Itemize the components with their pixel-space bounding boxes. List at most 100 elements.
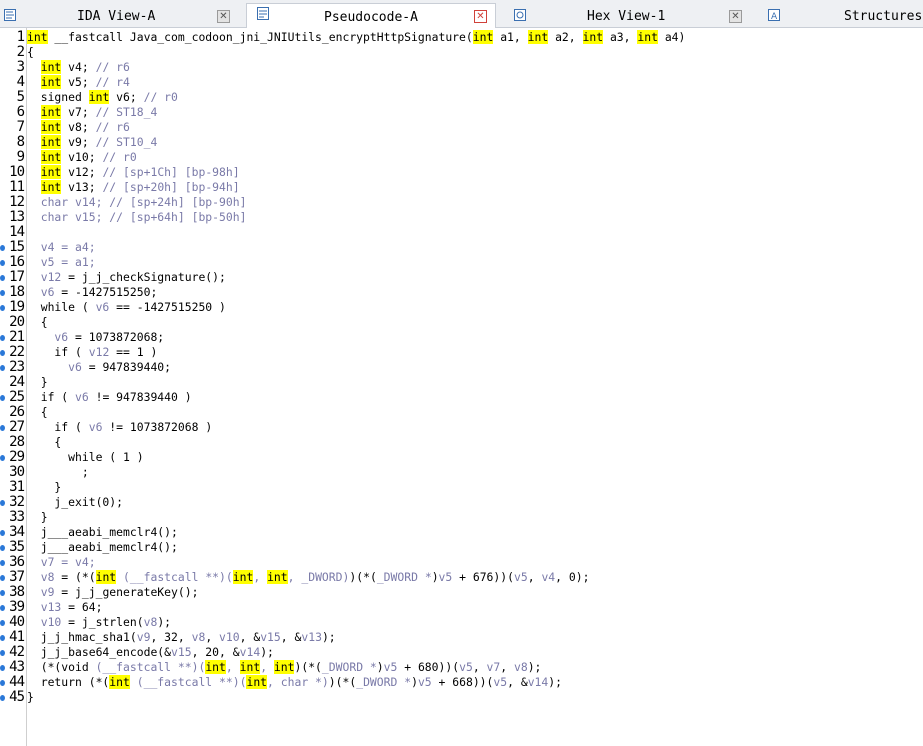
code-line[interactable]: 35 j___aeabi_memclr4(); — [0, 540, 923, 555]
code-line[interactable]: 4 int v5; // r4 — [0, 75, 923, 90]
code-text: { — [27, 315, 48, 330]
keyword-token[interactable]: int — [637, 30, 658, 44]
code-token: v6 — [27, 285, 55, 299]
code-line[interactable]: 27 if ( v6 != 1073872068 ) — [0, 420, 923, 435]
line-number: 14 — [9, 224, 25, 240]
code-line[interactable]: 28 { — [0, 435, 923, 450]
keyword-token[interactable]: int — [472, 30, 494, 44]
code-line[interactable]: 14 — [0, 225, 923, 240]
keyword-token[interactable]: int — [246, 675, 268, 689]
code-token: v4; — [61, 60, 96, 74]
keyword-token[interactable]: int — [273, 660, 295, 674]
code-line[interactable]: 2{ — [0, 45, 923, 60]
keyword-token[interactable]: int — [40, 120, 62, 134]
keyword-token[interactable]: int — [27, 30, 48, 44]
keyword-token[interactable]: int — [582, 30, 604, 44]
line-number: 10 — [9, 164, 25, 180]
code-line[interactable]: 44 return (*(int (__fastcall **)(int, ch… — [0, 675, 923, 690]
code-line[interactable]: 31 } — [0, 480, 923, 495]
keyword-token[interactable]: int — [205, 660, 226, 674]
code-line[interactable]: 5 signed int v6; // r0 — [0, 90, 923, 105]
tab-pseudocode-a[interactable]: Pseudocode-A ✕ — [246, 3, 496, 28]
close-icon[interactable]: ✕ — [729, 10, 742, 23]
line-number: 22 — [9, 344, 25, 360]
code-line[interactable]: 9 int v10; // r0 — [0, 150, 923, 165]
code-line[interactable]: 45} — [0, 690, 923, 705]
code-text: (*(void (__fastcall **)(int, int, int)(*… — [27, 660, 541, 675]
close-icon[interactable]: ✕ — [217, 10, 230, 23]
code-line[interactable]: 41 j_j_hmac_sha1(v9, 32, v8, v10, &v15, … — [0, 630, 923, 645]
line-number: 33 — [9, 509, 25, 525]
code-line[interactable]: 15 v4 = a4; — [0, 240, 923, 255]
code-line[interactable]: 10 int v12; // [sp+1Ch] [bp-98h] — [0, 165, 923, 180]
code-line[interactable]: 7 int v8; // r6 — [0, 120, 923, 135]
keyword-token[interactable]: int — [232, 570, 254, 584]
code-line[interactable]: 20 { — [0, 315, 923, 330]
code-token: v15 — [171, 645, 192, 659]
code-token: , _DWORD) — [287, 570, 350, 584]
keyword-token[interactable]: int — [40, 165, 62, 179]
code-line[interactable]: 17 v12 = j_j_checkSignature(); — [0, 270, 923, 285]
code-line[interactable]: 26 { — [0, 405, 923, 420]
tab-ida-view-a[interactable]: IDA View-A ✕ — [0, 5, 240, 27]
code-line[interactable]: 29 while ( 1 ) — [0, 450, 923, 465]
code-line[interactable]: 8 int v9; // ST10_4 — [0, 135, 923, 150]
code-token: _DWORD * — [356, 675, 412, 689]
line-number: 15 — [9, 239, 25, 255]
keyword-token[interactable]: int — [40, 105, 62, 119]
code-line[interactable]: 42 j_j_base64_encode(&v15, 20, &v14); — [0, 645, 923, 660]
keyword-token[interactable]: int — [40, 135, 62, 149]
code-line[interactable]: 43 (*(void (__fastcall **)(int, int, int… — [0, 660, 923, 675]
code-token: // [sp+1Ch] [bp-98h] — [102, 165, 240, 179]
keyword-token[interactable]: int — [40, 75, 62, 89]
tab-structures[interactable]: A Structures — [762, 5, 923, 27]
code-line[interactable]: 37 v8 = (*(int (__fastcall **)(int, int,… — [0, 570, 923, 585]
code-token: )(*( — [349, 570, 377, 584]
code-line[interactable]: 23 v6 = 947839440; — [0, 360, 923, 375]
code-line[interactable]: 6 int v7; // ST18_4 — [0, 105, 923, 120]
code-token: , — [527, 570, 542, 584]
code-line[interactable]: 19 while ( v6 == -1427515250 ) — [0, 300, 923, 315]
code-line[interactable]: 11 int v13; // [sp+20h] [bp-94h] — [0, 180, 923, 195]
code-line[interactable]: 36 v7 = v4; — [0, 555, 923, 570]
code-line[interactable]: 32 j_exit(0); — [0, 495, 923, 510]
code-line[interactable]: 24 } — [0, 375, 923, 390]
code-token: ) — [411, 675, 418, 689]
keyword-token[interactable]: int — [109, 675, 130, 689]
code-line[interactable]: 16 v5 = a1; — [0, 255, 923, 270]
tab-hex-view-1[interactable]: Hex View-1 ✕ — [508, 5, 748, 27]
code-line[interactable]: 21 v6 = 1073872068; — [0, 330, 923, 345]
code-line[interactable]: 1 int __fastcall Java_com_codoon_jni_JNIU… — [0, 30, 923, 45]
code-line[interactable]: 30 ; — [0, 465, 923, 480]
code-line[interactable]: 13 char v15; // [sp+64h] [bp-50h] — [0, 210, 923, 225]
code-line[interactable]: 3 int v4; // r6 — [0, 60, 923, 75]
code-line[interactable]: 33 } — [0, 510, 923, 525]
code-text: ; — [27, 465, 89, 480]
code-line[interactable]: 12 char v14; // [sp+24h] [bp-90h] — [0, 195, 923, 210]
code-token: j___aeabi_memclr4(); — [27, 525, 178, 539]
close-icon[interactable]: ✕ — [474, 10, 487, 23]
keyword-token[interactable]: int — [88, 90, 110, 104]
code-line[interactable]: 22 if ( v12 == 1 ) — [0, 345, 923, 360]
keyword-token[interactable]: int — [239, 660, 261, 674]
keyword-token[interactable]: int — [95, 570, 117, 584]
keyword-token[interactable]: int — [40, 60, 62, 74]
pseudocode-view[interactable]: 1 int __fastcall Java_com_codoon_jni_JNIU… — [0, 30, 923, 705]
code-line[interactable]: 25 if ( v6 != 947839440 ) — [0, 390, 923, 405]
tab-label: Structures — [844, 9, 923, 24]
code-token: signed — [27, 90, 89, 104]
code-line[interactable]: 18 v6 = -1427515250; — [0, 285, 923, 300]
keyword-token[interactable]: int — [267, 570, 288, 584]
code-token: = 1073872068; — [68, 330, 165, 344]
code-line[interactable]: 34 j___aeabi_memclr4(); — [0, 525, 923, 540]
keyword-token[interactable]: int — [40, 150, 62, 164]
code-line[interactable]: 39 v13 = 64; — [0, 600, 923, 615]
keyword-token[interactable]: int — [527, 30, 549, 44]
code-token: v13; — [61, 180, 103, 194]
code-line[interactable]: 40 v10 = j_strlen(v8); — [0, 615, 923, 630]
code-token: , & — [507, 675, 528, 689]
code-line[interactable]: 38 v9 = j_j_generateKey(); — [0, 585, 923, 600]
keyword-token[interactable]: int — [40, 180, 62, 194]
